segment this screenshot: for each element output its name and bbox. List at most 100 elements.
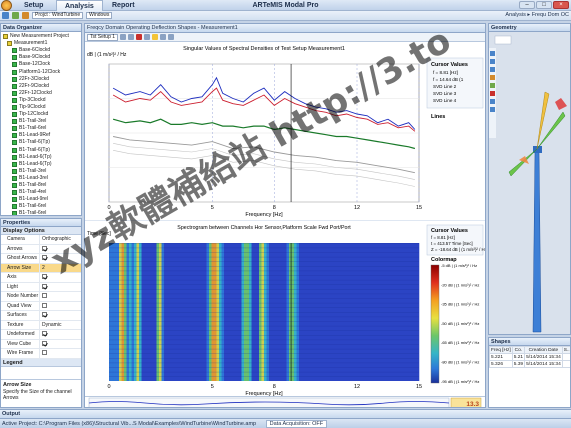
pan-icon[interactable] bbox=[490, 59, 495, 64]
property-row[interactable]: Surfaces bbox=[1, 311, 81, 321]
zoom-icon[interactable] bbox=[490, 67, 495, 72]
shape-row[interactable]: 5.326 5.39 5/14/2014 15:34 bbox=[489, 360, 570, 368]
property-row[interactable]: Node Number bbox=[1, 292, 81, 302]
maximize-button[interactable]: □ bbox=[536, 1, 552, 9]
tab-analysis[interactable]: Analysis bbox=[56, 0, 103, 11]
tree-item-channel[interactable]: B1-Trail-4rel bbox=[2, 189, 80, 196]
shapes-column-header[interactable]: Creation Date bbox=[524, 346, 563, 354]
property-value[interactable] bbox=[39, 282, 81, 291]
tree-item-channel[interactable]: B1-Trail-3rel bbox=[2, 168, 80, 175]
tree-item-channel[interactable]: B1-Lead-3rel bbox=[2, 175, 80, 182]
property-checkbox[interactable] bbox=[42, 293, 47, 299]
tree-item-channel[interactable]: Base-12Clock bbox=[2, 61, 80, 68]
property-value[interactable] bbox=[39, 311, 81, 320]
property-value[interactable] bbox=[39, 330, 81, 339]
property-checkbox[interactable] bbox=[42, 302, 47, 308]
view-cube-icon[interactable] bbox=[494, 35, 512, 45]
property-checkbox[interactable] bbox=[42, 350, 47, 356]
play-icon[interactable] bbox=[490, 83, 495, 88]
chart-title: Spectrogram between Channels Hor Sensor,… bbox=[177, 225, 351, 231]
property-row[interactable]: Wire Frame bbox=[1, 349, 81, 359]
tree-item-channel[interactable]: B1-Lead-6(Tp) bbox=[2, 161, 80, 168]
heatmap-streak bbox=[109, 330, 419, 331]
property-checkbox[interactable] bbox=[42, 340, 47, 346]
output-panel-header[interactable]: Output bbox=[0, 409, 571, 418]
tab-report[interactable]: Report bbox=[104, 0, 143, 11]
export-icon[interactable] bbox=[168, 34, 175, 40]
tree-item-channel[interactable]: Base-6Clockd bbox=[2, 47, 80, 54]
tree-item-channel[interactable]: B1-Trail-6rel bbox=[2, 125, 80, 132]
rotate-icon[interactable] bbox=[490, 51, 495, 56]
property-value[interactable] bbox=[39, 292, 81, 301]
tree-item-channel[interactable]: 22Fr-12Clockd bbox=[2, 90, 80, 97]
channel-icon bbox=[12, 97, 17, 103]
tree-item-channel[interactable]: B1-Lead-6(Tp) bbox=[2, 154, 80, 161]
property-checkbox[interactable] bbox=[42, 331, 47, 337]
property-row[interactable]: View Cube bbox=[1, 339, 81, 349]
tree-item-channel[interactable]: Tip-9Clockd bbox=[2, 104, 80, 111]
spectrogram-chart[interactable]: 0 5 8 12 15 Spectrogram between Channels Hor … bbox=[85, 221, 485, 397]
tree-item-channel[interactable]: B1-Trail-6rel bbox=[2, 210, 80, 216]
tree-item-channel[interactable]: B1-Lead-9rel bbox=[2, 196, 80, 203]
tree-item-channel[interactable]: B1-Trail-6(Tp) bbox=[2, 147, 80, 154]
property-checkbox[interactable] bbox=[42, 274, 47, 280]
project-selector[interactable]: Projct : WindTurbine bbox=[32, 12, 84, 19]
test-setup-selector[interactable]: Tst Setup 1 bbox=[87, 33, 119, 41]
shapes-column-header[interactable]: Co. bbox=[511, 346, 526, 354]
shapes-column-header[interactable]: S... bbox=[561, 346, 570, 354]
tree-item-channel[interactable]: Tip-3Clockd bbox=[2, 97, 80, 104]
property-row[interactable]: Undeformed bbox=[1, 330, 81, 340]
tree-item-channel[interactable]: Platform1-12Clock bbox=[2, 68, 80, 75]
close-button[interactable]: × bbox=[553, 1, 569, 9]
undo-icon[interactable] bbox=[12, 12, 19, 19]
tree-item-channel[interactable]: B1-Trail-8rel bbox=[2, 182, 80, 189]
legend-section[interactable]: Legend bbox=[1, 358, 81, 367]
shape-row[interactable]: 5.221 5.21 5/14/2014 15:34 bbox=[489, 353, 570, 361]
heatmap-streak bbox=[109, 298, 419, 299]
tree-item-channel[interactable]: B1-Trail-6(Tp) bbox=[2, 139, 80, 146]
stop-icon[interactable] bbox=[490, 91, 495, 96]
tree-node[interactable]: New Measurement Project bbox=[2, 33, 80, 40]
fit-view-icon[interactable] bbox=[490, 99, 495, 104]
peak-pick-icon[interactable] bbox=[152, 34, 159, 40]
property-row[interactable]: Texture Dynamic bbox=[1, 320, 81, 330]
property-name: Camera bbox=[7, 236, 25, 242]
stop-icon[interactable] bbox=[136, 34, 143, 40]
cursor-icon[interactable] bbox=[160, 34, 167, 40]
property-value[interactable] bbox=[39, 349, 81, 358]
property-checkbox[interactable] bbox=[42, 283, 47, 289]
animate-icon[interactable] bbox=[490, 75, 495, 80]
tree-item-label: B1-Trail-6rel bbox=[19, 210, 47, 216]
layout-selector[interactable]: Windows bbox=[86, 12, 113, 19]
arrow-up-icon[interactable] bbox=[128, 34, 135, 40]
zoom-icon[interactable] bbox=[144, 34, 151, 40]
tree-item-label: Measurement1 bbox=[14, 40, 48, 47]
shapes-column-header[interactable]: Freq [Hz] bbox=[489, 346, 513, 354]
property-name: Undeformed bbox=[7, 331, 35, 337]
property-checkbox[interactable] bbox=[42, 255, 47, 261]
tree-node[interactable]: Measurement1 bbox=[2, 40, 80, 47]
tree-item-channel[interactable]: Tip-12Clockd bbox=[2, 111, 80, 118]
minimize-button[interactable]: – bbox=[519, 1, 535, 9]
save-icon[interactable] bbox=[2, 12, 9, 19]
property-row[interactable]: Light bbox=[1, 282, 81, 292]
property-value[interactable] bbox=[39, 301, 81, 310]
refresh-icon[interactable] bbox=[120, 34, 127, 40]
property-row[interactable]: Quad View bbox=[1, 301, 81, 311]
tab-setup[interactable]: Setup bbox=[16, 0, 51, 11]
time-history-strip[interactable]: 13.3 bbox=[85, 396, 485, 407]
tree-item-channel[interactable]: B1-Lead-9Ref bbox=[2, 132, 80, 139]
tree-item-channel[interactable]: Base-9Clockd bbox=[2, 54, 80, 61]
redo-icon[interactable] bbox=[22, 12, 29, 19]
tree-item-channel[interactable]: B1-Trail-3rel bbox=[2, 118, 80, 125]
property-value[interactable]: Dynamic bbox=[39, 320, 81, 329]
property-checkbox[interactable] bbox=[42, 312, 47, 318]
geometry-viewport[interactable] bbox=[489, 32, 571, 335]
tree-item-channel[interactable]: 22Fr-9Clockd bbox=[2, 83, 80, 90]
app-menu-button[interactable] bbox=[1, 0, 12, 11]
property-value[interactable] bbox=[39, 339, 81, 348]
cursor-value-line: SVD Line 2 bbox=[433, 84, 457, 89]
tree-item-channel[interactable]: B1-Trail-6rel bbox=[2, 203, 80, 210]
tree-item-channel[interactable]: 22Fr-3Clockd bbox=[2, 76, 80, 83]
settings-icon[interactable] bbox=[490, 107, 495, 112]
